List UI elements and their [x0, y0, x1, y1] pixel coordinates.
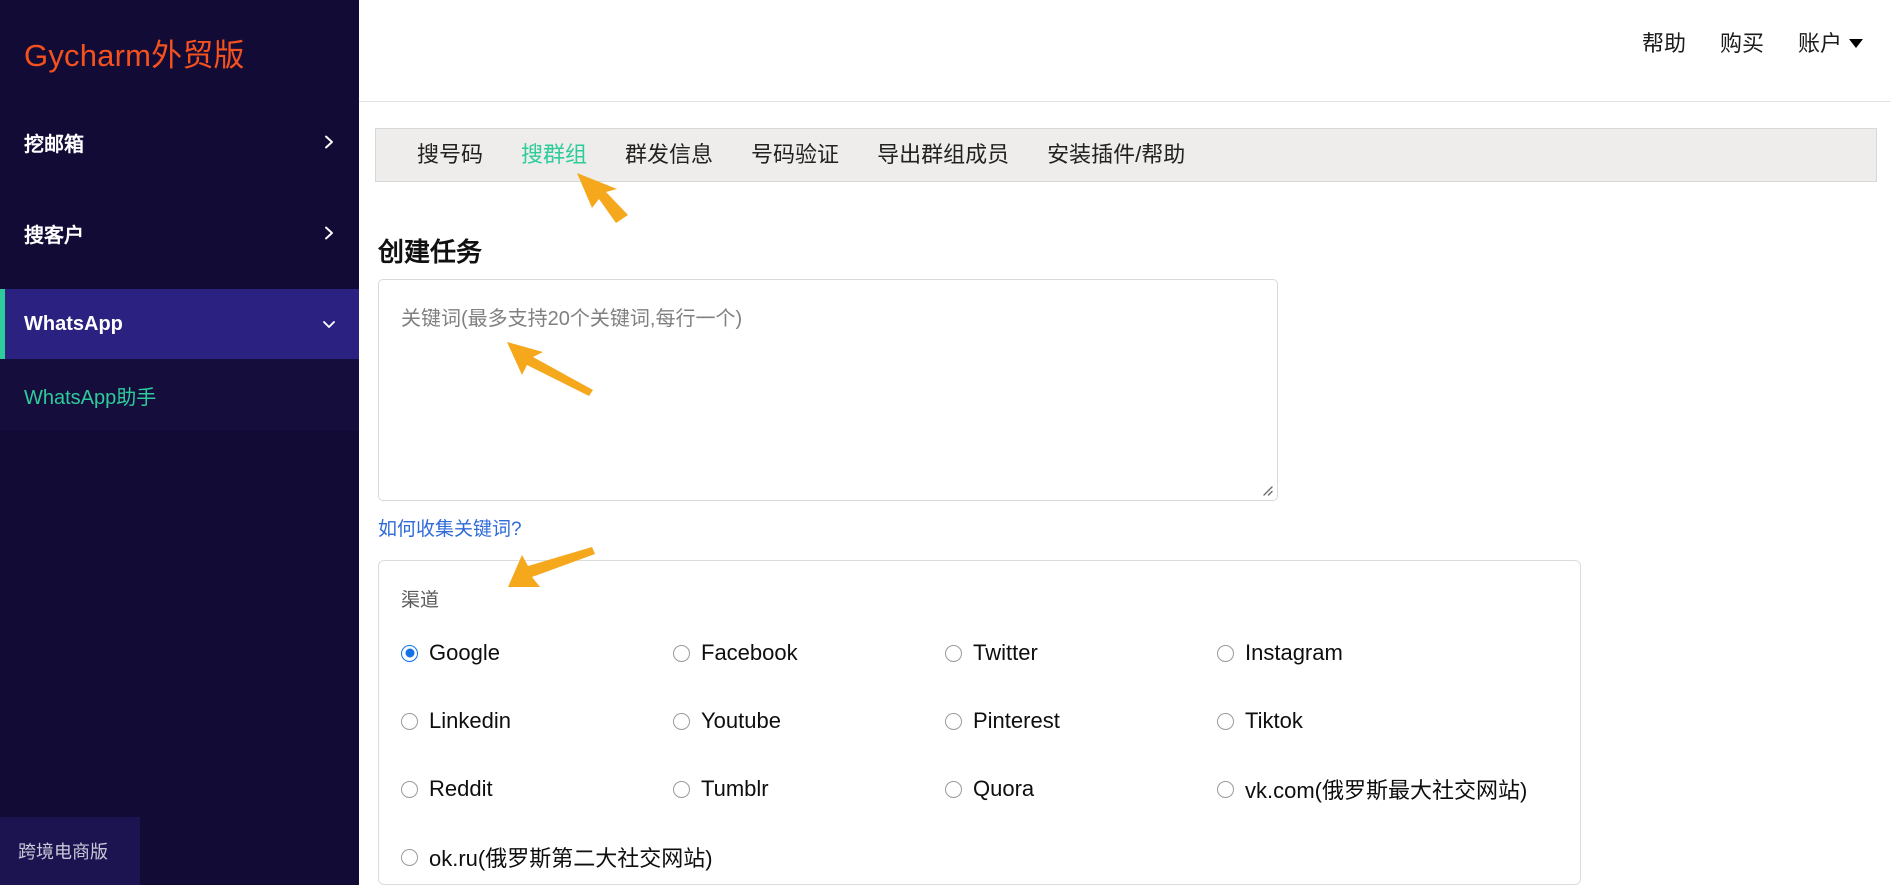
channel-fieldset: 渠道 Google Facebook Twitter Instagram Lin…	[378, 560, 1581, 885]
channel-option-twitter[interactable]: Twitter	[945, 640, 1217, 666]
caret-down-icon	[1849, 39, 1863, 48]
tab-search-group[interactable]: 搜群组	[502, 129, 606, 181]
radio-indicator-icon[interactable]	[673, 712, 690, 730]
tab-bar: 搜号码 搜群组 群发信息 号码验证 导出群组成员 安装插件/帮助	[375, 128, 1877, 182]
channel-option-label: Quora	[973, 776, 1035, 801]
channel-option-label: Instagram	[1245, 640, 1343, 665]
radio-indicator-icon[interactable]	[401, 848, 418, 866]
radio-indicator-icon[interactable]	[1217, 780, 1234, 798]
channel-option-label: Google	[429, 640, 500, 665]
radio-indicator-icon[interactable]	[945, 712, 962, 730]
keyword-textarea[interactable]: 关键词(最多支持20个关键词,每行一个)	[378, 279, 1278, 501]
keyword-textarea-placeholder: 关键词(最多支持20个关键词,每行一个)	[401, 308, 743, 330]
topnav-account-menu[interactable]: 账户	[1798, 26, 1863, 58]
channel-option-google[interactable]: Google	[401, 640, 673, 666]
channel-option-facebook[interactable]: Facebook	[673, 640, 945, 666]
channel-option-vk[interactable]: vk.com(俄罗斯最大社交网站)	[1217, 773, 1527, 805]
topnav-help-link[interactable]: 帮助	[1642, 26, 1686, 58]
channel-option-youtube[interactable]: Youtube	[673, 708, 945, 734]
channel-option-label: Facebook	[701, 640, 798, 665]
sidebar-item-label: 挖邮箱	[24, 133, 84, 156]
sidebar-item-find-customer[interactable]: 搜客户	[0, 198, 359, 268]
channel-option-label: ok.ru(俄罗斯第二大社交网站)	[429, 846, 713, 871]
radio-indicator-icon[interactable]	[401, 780, 418, 798]
how-to-collect-keywords-link[interactable]: 如何收集关键词?	[378, 514, 522, 541]
channel-option-instagram[interactable]: Instagram	[1217, 640, 1343, 666]
channel-option-tiktok[interactable]: Tiktok	[1217, 708, 1303, 734]
sidebar: Gycharm外贸版 挖邮箱 搜客户 WhatsApp WhatsApp助手 跨…	[0, 0, 359, 885]
channel-option-quora[interactable]: Quora	[945, 776, 1217, 802]
channel-legend: 渠道	[401, 590, 440, 611]
channel-option-label: Twitter	[973, 640, 1038, 665]
channel-option-pinterest[interactable]: Pinterest	[945, 708, 1217, 734]
radio-indicator-icon[interactable]	[1217, 644, 1234, 662]
topnav-buy-label: 购买	[1719, 31, 1764, 56]
channel-option-label: Tumblr	[701, 776, 769, 801]
channel-radio-row: Linkedin Youtube Pinterest Tiktok	[401, 687, 1561, 755]
chevron-right-icon	[321, 225, 337, 241]
channel-radio-row: ok.ru(俄罗斯第二大社交网站)	[401, 823, 1561, 885]
chevron-down-icon	[321, 316, 337, 332]
channel-option-label: Pinterest	[973, 708, 1060, 733]
top-nav: 帮助 购买 账户	[1642, 26, 1863, 58]
tab-bulk-message[interactable]: 群发信息	[606, 129, 732, 181]
sidebar-footer-badge-label: 跨境电商版	[18, 842, 108, 862]
textarea-resize-handle[interactable]	[1258, 481, 1274, 497]
sidebar-footer-badge[interactable]: 跨境电商版	[0, 817, 140, 885]
radio-indicator-icon[interactable]	[401, 712, 418, 730]
tab-search-number[interactable]: 搜号码	[398, 129, 502, 181]
sidebar-item-label: 搜客户	[24, 224, 84, 247]
channel-option-label: vk.com(俄罗斯最大社交网站)	[1245, 778, 1528, 803]
topnav-account-label: 账户	[1797, 31, 1842, 56]
app-root: Gycharm外贸版 挖邮箱 搜客户 WhatsApp WhatsApp助手 跨…	[0, 0, 1891, 885]
sidebar-item-mine-email[interactable]: 挖邮箱	[0, 107, 359, 177]
channel-radio-grid: Google Facebook Twitter Instagram Linked…	[401, 619, 1561, 885]
sidebar-subitem-label: WhatsApp助手	[24, 386, 157, 409]
channel-option-label: Linkedin	[429, 708, 511, 733]
page-title: 创建任务	[378, 237, 483, 268]
channel-option-tumblr[interactable]: Tumblr	[673, 776, 945, 802]
top-header: 帮助 购买 账户	[359, 0, 1891, 102]
channel-option-reddit[interactable]: Reddit	[401, 776, 673, 802]
radio-indicator-icon[interactable]	[673, 780, 690, 798]
radio-indicator-icon[interactable]	[401, 644, 418, 662]
channel-radio-row: Google Facebook Twitter Instagram	[401, 619, 1561, 687]
main-content: 创建任务 关键词(最多支持20个关键词,每行一个) 如何收集关键词? 渠道 Go…	[375, 182, 1885, 885]
channel-option-label: Tiktok	[1245, 708, 1303, 733]
tab-export-group-members[interactable]: 导出群组成员	[858, 129, 1028, 181]
radio-indicator-icon[interactable]	[1217, 712, 1234, 730]
channel-option-linkedin[interactable]: Linkedin	[401, 708, 673, 734]
topnav-buy-link[interactable]: 购买	[1720, 26, 1764, 58]
channel-option-label: Reddit	[429, 776, 493, 801]
radio-indicator-icon[interactable]	[673, 644, 690, 662]
channel-option-okru[interactable]: ok.ru(俄罗斯第二大社交网站)	[401, 841, 713, 873]
chevron-right-icon	[321, 134, 337, 150]
sidebar-subitem-whatsapp-assistant[interactable]: WhatsApp助手	[0, 359, 359, 431]
topnav-help-label: 帮助	[1641, 31, 1686, 56]
brand-logo[interactable]: Gycharm外贸版	[24, 30, 245, 75]
radio-indicator-icon[interactable]	[945, 644, 962, 662]
tab-number-verify[interactable]: 号码验证	[732, 129, 858, 181]
sidebar-item-label: WhatsApp	[24, 312, 123, 335]
sidebar-item-whatsapp[interactable]: WhatsApp	[0, 289, 359, 359]
radio-indicator-icon[interactable]	[945, 780, 962, 798]
channel-option-label: Youtube	[701, 708, 781, 733]
channel-radio-row: Reddit Tumblr Quora vk.com(俄罗斯最大社交网站)	[401, 755, 1561, 823]
tab-install-plugin-help[interactable]: 安装插件/帮助	[1028, 129, 1204, 181]
